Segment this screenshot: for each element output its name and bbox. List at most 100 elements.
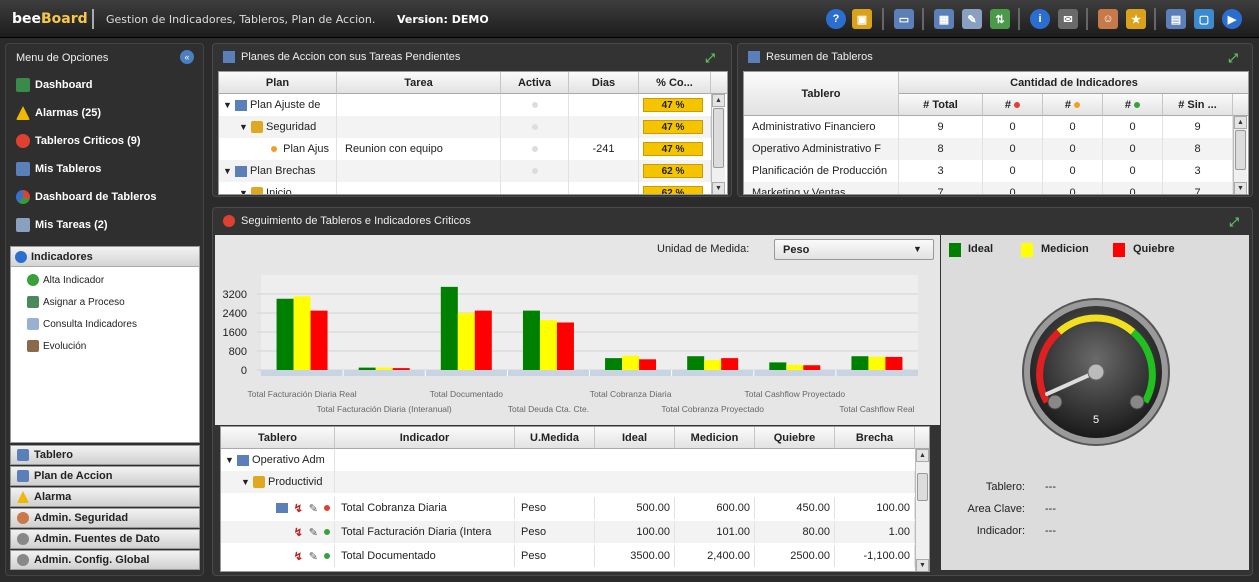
next-icon[interactable]: ▶ [1222, 9, 1242, 29]
col-red[interactable]: # [983, 94, 1043, 116]
col-activa[interactable]: Activa [501, 72, 569, 94]
section-tablero[interactable]: Tablero [10, 445, 200, 465]
scrollbar[interactable]: ▲ ▼ [1233, 116, 1247, 194]
consulta-indicadores-link[interactable]: Consulta Indicadores [27, 317, 137, 331]
scroll-up-icon[interactable]: ▲ [712, 94, 725, 107]
table-row[interactable]: Administrativo Financiero [744, 116, 899, 138]
attachment-icon[interactable]: ✎ [309, 502, 318, 515]
scroll-down-icon[interactable]: ▼ [712, 182, 725, 194]
col-umedida[interactable]: U.Medida [515, 427, 595, 449]
menu-item-alarmas[interactable]: Alarmas (25) [16, 103, 101, 123]
scrollbar[interactable]: ▲ ▼ [915, 449, 929, 571]
user-icon[interactable]: ☺ [1098, 9, 1118, 29]
collapse-icon[interactable]: « [180, 50, 194, 64]
edit-icon[interactable]: ✎ [962, 9, 982, 29]
col-quiebre[interactable]: Quiebre [755, 427, 835, 449]
attachment-icon[interactable]: ✎ [309, 526, 318, 539]
info-icon[interactable]: i [1030, 9, 1050, 29]
transfer-icon[interactable]: ⇅ [990, 9, 1010, 29]
chart-line-icon[interactable]: ↯ [294, 502, 303, 515]
chart-line-icon[interactable]: ↯ [294, 550, 303, 563]
alta-indicador-link[interactable]: Alta Indicador [27, 273, 104, 287]
expand-icon[interactable]: ⤢ [1226, 51, 1240, 65]
col-plan[interactable]: Plan [219, 72, 337, 94]
scrollbar[interactable]: ▲ ▼ [711, 94, 725, 194]
scroll-thumb[interactable] [713, 108, 724, 168]
scroll-up-icon[interactable]: ▲ [1234, 116, 1247, 129]
scroll-down-icon[interactable]: ▼ [1234, 182, 1247, 194]
evolucion-link[interactable]: Evolución [27, 339, 86, 353]
grid-icon[interactable]: ▦ [934, 9, 954, 29]
col-indicador[interactable]: Indicador [335, 427, 515, 449]
col-yellow[interactable]: # [1043, 94, 1103, 116]
col-tablero[interactable]: Tablero [221, 427, 335, 449]
asignar-proceso-link[interactable]: Asignar a Proceso [27, 295, 125, 309]
attachment-icon[interactable]: ✎ [309, 550, 318, 563]
scroll-up-icon[interactable]: ▲ [916, 449, 929, 462]
gear-icon [17, 554, 29, 566]
help-icon[interactable]: ? [826, 9, 846, 29]
col-tablero[interactable]: Tablero [744, 72, 899, 116]
menu-item-tableros-criticos[interactable]: Tableros Criticos (9) [16, 131, 141, 151]
col-sin[interactable]: # Sin ... [1163, 94, 1233, 116]
critical-icon [16, 134, 30, 148]
layout-icon[interactable]: ▤ [1166, 9, 1186, 29]
col-medicion[interactable]: Medicion [675, 427, 755, 449]
star-icon[interactable]: ★ [1126, 9, 1146, 29]
table-row[interactable]: Planificación de Producción [744, 160, 899, 182]
plan-icon[interactable] [275, 503, 288, 513]
status-dot [271, 146, 277, 152]
bar-ideal [522, 310, 540, 370]
x-tick-label: Total Cobranza Diaria [590, 389, 672, 399]
table-row[interactable]: ▼ Inicio [219, 182, 337, 194]
section-admin-config[interactable]: Admin. Config. Global [10, 550, 200, 570]
col-ideal[interactable]: Ideal [595, 427, 675, 449]
bar-quiebre [392, 368, 410, 370]
section-admin-seguridad[interactable]: Admin. Seguridad [10, 508, 200, 528]
section-alarma[interactable]: Alarma [10, 487, 200, 507]
table-row[interactable]: ▼ Plan Brechas [219, 160, 337, 182]
menu-item-mis-tableros[interactable]: Mis Tableros [16, 159, 101, 179]
col-pct[interactable]: % Co... [639, 72, 711, 94]
table-row[interactable]: Total Cobranza Diaria [335, 497, 515, 519]
scroll-thumb[interactable] [1235, 130, 1246, 170]
col-total[interactable]: # Total [899, 94, 983, 116]
tree-node[interactable]: ▼ Operativo Adm [221, 449, 335, 471]
expand-icon[interactable]: ⤢ [1227, 215, 1241, 229]
legend-swatch-quiebre [1113, 243, 1125, 257]
unidad-select[interactable]: Peso ▼ [774, 239, 934, 260]
mail-icon[interactable]: ✉ [1058, 9, 1078, 29]
col-brecha[interactable]: Brecha [835, 427, 915, 449]
bar-quiebre [639, 359, 657, 370]
scroll-thumb[interactable] [917, 473, 928, 501]
menu-item-dashboard[interactable]: Dashboard [16, 75, 92, 95]
table-icon [16, 78, 30, 92]
table-row[interactable]: Total Facturación Diaria (Intera [335, 521, 515, 543]
scroll-down-icon[interactable]: ▼ [916, 559, 929, 571]
divider [922, 8, 924, 30]
table-row[interactable]: Marketing y Ventas [744, 182, 899, 194]
table-row-icons: ↯ ✎ [221, 545, 335, 567]
green-dot-icon [1134, 101, 1141, 108]
tree-node[interactable]: ▼ Productivid [221, 471, 335, 493]
section-admin-fuentes[interactable]: Admin. Fuentes de Dato [10, 529, 200, 549]
table-row[interactable]: Plan Ajus [219, 138, 337, 160]
table-row[interactable]: ▼ Seguridad [219, 116, 337, 138]
plan-icon [234, 99, 247, 111]
window-icon[interactable]: ▭ [894, 9, 914, 29]
col-green[interactable]: # [1103, 94, 1163, 116]
indicadores-header[interactable]: Indicadores [11, 247, 199, 267]
col-dias[interactable]: Dias [569, 72, 639, 94]
menu-item-dashboard-tableros[interactable]: Dashboard de Tableros [16, 187, 156, 207]
lock-icon[interactable]: ▣ [852, 9, 872, 29]
chart-line-icon[interactable]: ↯ [294, 526, 303, 539]
table-row[interactable]: ▼ Plan Ajuste de [219, 94, 337, 116]
expand-icon[interactable]: ⤢ [703, 51, 717, 65]
bar-ideal [769, 362, 787, 370]
table-row[interactable]: Operativo Administrativo F [744, 138, 899, 160]
menu-item-mis-tareas[interactable]: Mis Tareas (2) [16, 215, 108, 235]
col-tarea[interactable]: Tarea [337, 72, 501, 94]
monitor-icon[interactable]: ▢ [1194, 9, 1214, 29]
section-plan-accion[interactable]: Plan de Accion [10, 466, 200, 486]
table-row[interactable]: Total Documentado [335, 545, 515, 567]
